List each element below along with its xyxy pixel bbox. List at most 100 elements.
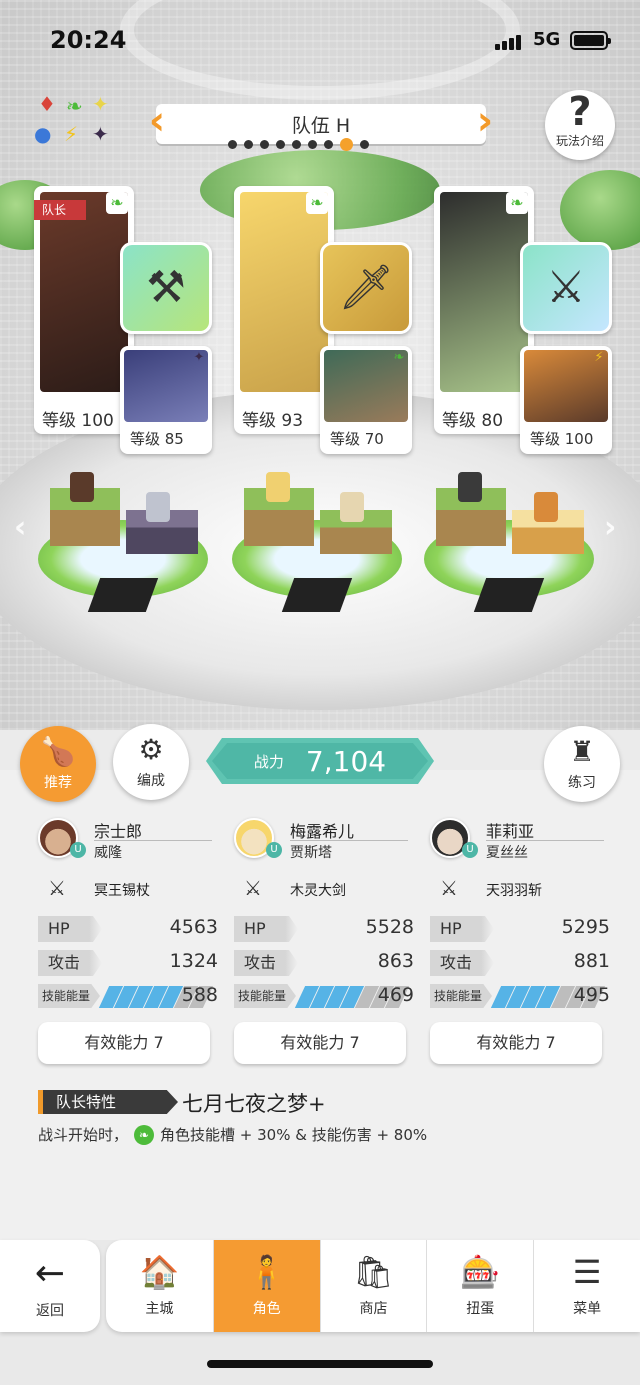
tab-label: 商店	[359, 1301, 388, 1317]
team-selector: 队伍 H ‹ ›	[146, 100, 496, 152]
character-level: 等级 100	[42, 411, 114, 431]
training-button[interactable]: ♜ 练习	[544, 726, 620, 802]
support-icon: U	[70, 842, 86, 858]
network-label: 5G	[533, 29, 561, 50]
page-dot[interactable]	[244, 140, 253, 149]
character-portrait	[40, 192, 128, 392]
tab-label: 菜单	[573, 1301, 602, 1317]
skill-energy-label: 技能能量	[430, 984, 492, 1008]
page-dot[interactable]	[360, 140, 369, 149]
effective-abilities-button[interactable]: 有效能力 7	[234, 1022, 406, 1064]
effective-abilities-button[interactable]: 有效能力 7	[38, 1022, 210, 1064]
tab-castle[interactable]: 🏠 主城	[106, 1240, 213, 1332]
support-name: 威隆	[94, 845, 122, 861]
page-dot[interactable]	[260, 140, 269, 149]
element-filter-icon[interactable]: ♦ ❧ ✦ ● ⚡ ✦	[28, 92, 118, 152]
tab-gacha[interactable]: 🎰 扭蛋	[426, 1240, 533, 1332]
training-dummy-icon: ♜	[569, 735, 595, 768]
blue-sword-icon: ⚔	[546, 262, 586, 313]
battery-icon	[570, 31, 611, 50]
support-character-card[interactable]: ⚡ 等级 100	[520, 346, 612, 454]
leader-desc-text: 角色技能槽 + 30% & 技能伤害 + 80%	[160, 1126, 428, 1144]
attack-value: 1324	[169, 950, 218, 972]
character-sprite	[266, 472, 290, 502]
character-card[interactable]: ❧ 等级 93	[234, 186, 334, 434]
scene-right-arrow[interactable]: ›	[604, 510, 616, 545]
support-character-card[interactable]: ✦ 等级 85	[120, 346, 212, 454]
prev-team-button[interactable]: ‹	[146, 100, 168, 146]
skill-energy-label: 技能能量	[234, 984, 296, 1008]
weapon-name: 天羽羽斩	[486, 883, 542, 899]
back-button[interactable]: ← 返回	[0, 1240, 100, 1332]
next-team-button[interactable]: ›	[474, 100, 496, 146]
page-dot[interactable]	[292, 140, 301, 149]
light-element-icon: ⚡	[594, 350, 604, 365]
tab-label: 扭蛋	[466, 1301, 495, 1317]
tab-label: 角色	[252, 1301, 281, 1317]
leaf-element-icon: ❧	[106, 192, 128, 214]
support-level: 等级 85	[130, 430, 184, 448]
weapon-icon: ⚔	[440, 876, 458, 900]
tab-label: 主城	[145, 1301, 174, 1317]
team-title: 队伍 H	[156, 104, 486, 144]
character-icon: 🧍	[246, 1253, 287, 1291]
leader-skill: 队长特性 七月七夜之梦+	[38, 1088, 598, 1118]
support-icon: U	[462, 842, 478, 858]
home-indicator[interactable]	[207, 1360, 433, 1368]
character-name: 宗士郎	[94, 822, 143, 841]
skill-energy-value: 588	[181, 984, 218, 1006]
wooden-sword-icon: 🗡	[338, 262, 394, 313]
character-card[interactable]: ❧ 等级 80	[434, 186, 534, 434]
axe-icon: ⚒	[146, 262, 186, 313]
attack-label: 攻击	[234, 950, 298, 976]
attack-value: 881	[573, 950, 610, 972]
tab-character[interactable]: 🧍 角色	[212, 1240, 320, 1332]
power-label: 战力	[253, 752, 284, 771]
hp-label: HP	[430, 916, 494, 942]
weapon-name: 木灵大剑	[290, 883, 346, 899]
menu-icon: ☰	[572, 1253, 602, 1291]
character-sprite	[340, 492, 364, 522]
character-sprite	[534, 492, 558, 522]
scene-left-arrow[interactable]: ‹	[14, 510, 26, 545]
formation-button[interactable]: ⚙ 编成	[113, 724, 189, 800]
skill-energy-value: 495	[573, 984, 610, 1006]
leader-skill-label: 队长特性	[38, 1090, 178, 1114]
recommend-button[interactable]: 🍗 推荐	[20, 726, 96, 802]
support-level: 等级 100	[530, 430, 594, 448]
character-sprite	[458, 472, 482, 502]
leader-tag: 队长	[34, 200, 86, 220]
leaf-element-icon: ❧	[134, 1124, 155, 1145]
gacha-icon: 🎰	[460, 1253, 501, 1291]
page-dot[interactable]	[276, 140, 285, 149]
weapon-slot[interactable]: 🗡	[320, 242, 412, 334]
back-label: 返回	[36, 1303, 64, 1319]
recommend-label: 推荐	[44, 775, 72, 791]
help-button[interactable]: ? 玩法介绍	[545, 90, 615, 160]
tab-shop[interactable]: 🛍 商店	[319, 1240, 427, 1332]
hp-label: HP	[234, 916, 298, 942]
weapon-slot[interactable]: ⚒	[120, 242, 212, 334]
page-dot[interactable]	[324, 140, 333, 149]
team-page-indicator	[228, 138, 369, 151]
weapon-slot[interactable]: ⚔	[520, 242, 612, 334]
weapon-icon: ⚔	[244, 876, 262, 900]
effective-abilities-button[interactable]: 有效能力 7	[430, 1022, 602, 1064]
attack-label: 攻击	[38, 950, 102, 976]
character-card[interactable]: 队长 ❧ 等级 100	[34, 186, 134, 434]
shop-icon: 🛍	[353, 1253, 394, 1291]
character-level: 等级 80	[442, 411, 504, 431]
dark-element-icon: ✦	[193, 350, 205, 365]
tab-menu[interactable]: ☰ 菜单	[533, 1240, 640, 1332]
leaf-element-icon: ❧	[306, 192, 328, 214]
leader-desc-prefix: 战斗开始时，	[38, 1126, 129, 1144]
attack-label: 攻击	[430, 950, 494, 976]
support-character-card[interactable]: ❧ 等级 70	[320, 346, 412, 454]
page-dot[interactable]	[340, 138, 353, 151]
help-label: 玩法介绍	[555, 134, 604, 148]
battle-platform	[232, 472, 402, 612]
back-arrow-icon: ←	[34, 1253, 66, 1294]
page-dot[interactable]	[308, 140, 317, 149]
page-dot[interactable]	[228, 140, 237, 149]
power-value: 7,104	[305, 744, 387, 778]
